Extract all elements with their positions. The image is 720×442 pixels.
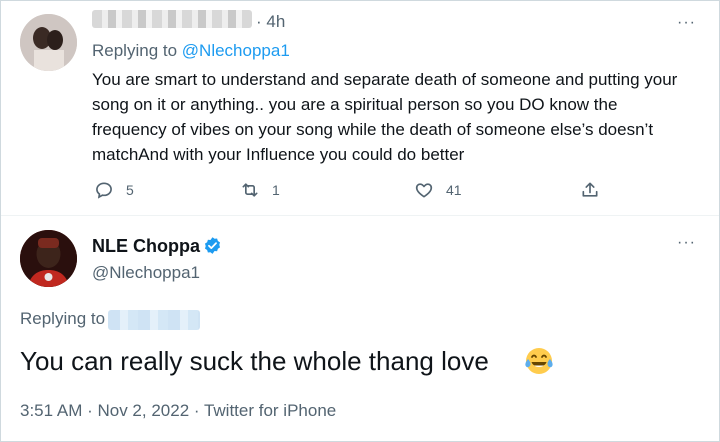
- tweet-text: You can really suck the whole thang love: [20, 346, 489, 376]
- tweet-timestamp-source[interactable]: 3:51 AM · Nov 2, 2022 · Twitter for iPho…: [20, 401, 336, 421]
- avatar[interactable]: [20, 14, 77, 71]
- blurred-display-name: [92, 10, 252, 28]
- replying-to-label: Replying to: [92, 41, 182, 60]
- reply-icon: [96, 182, 112, 199]
- replying-to: Replying to @Nlechoppa1: [92, 41, 290, 61]
- replying-to-label: Replying to: [20, 309, 106, 328]
- avatar[interactable]: [20, 230, 77, 287]
- reply-button[interactable]: 5: [94, 180, 134, 200]
- avatar-photo: [20, 230, 77, 287]
- avatar-photo: [20, 14, 77, 71]
- like-button[interactable]: 41: [414, 180, 462, 200]
- retweet-button[interactable]: 1: [240, 180, 280, 200]
- more-icon[interactable]: ···: [677, 14, 696, 32]
- more-icon[interactable]: ···: [677, 234, 696, 252]
- user-handle[interactable]: @Nlechoppa1: [92, 263, 200, 283]
- reply-count: 5: [126, 182, 134, 198]
- share-button[interactable]: [580, 180, 612, 200]
- retweet-count: 1: [272, 182, 280, 198]
- share-icon: [582, 182, 598, 197]
- tweet-text: You are smart to understand and separate…: [92, 70, 678, 164]
- display-name[interactable]: NLE Choppa: [92, 236, 200, 257]
- blurred-replying-handle: [108, 310, 200, 330]
- verified-badge-icon: [204, 237, 221, 254]
- tears-of-joy-emoji: [525, 348, 553, 374]
- tweet-divider: [1, 215, 719, 216]
- retweet-icon: [242, 183, 258, 197]
- like-count: 41: [446, 182, 462, 198]
- like-icon: [415, 183, 433, 198]
- tweet-time[interactable]: · 4h: [256, 12, 285, 32]
- replying-to-handle-link[interactable]: @Nlechoppa1: [182, 41, 290, 60]
